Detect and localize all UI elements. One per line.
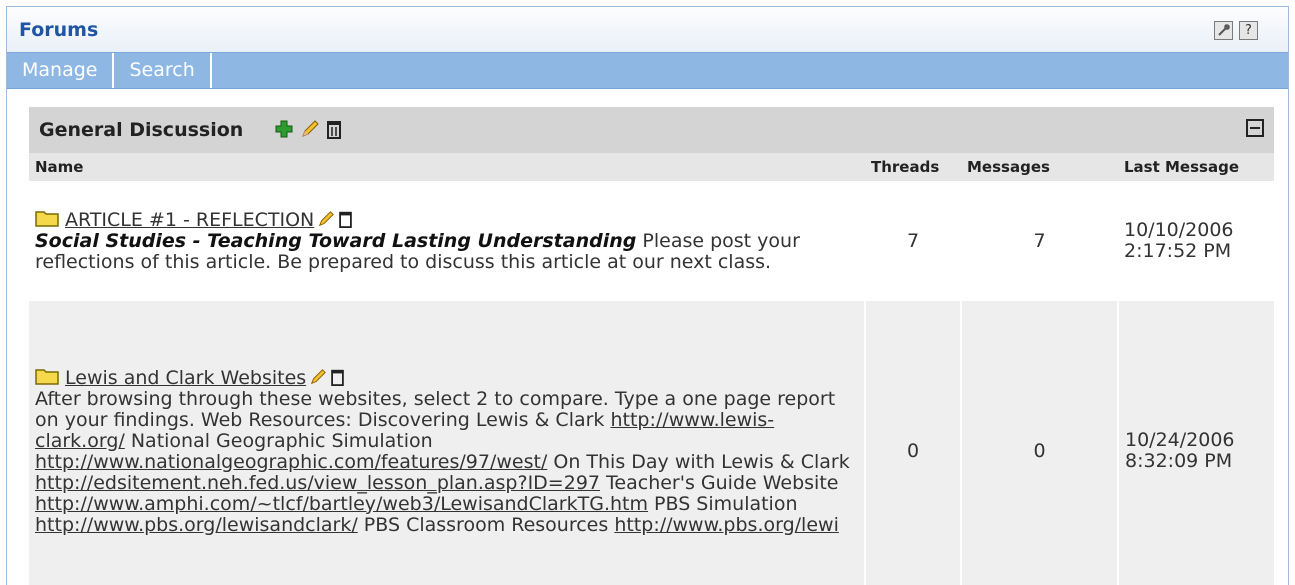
column-header-name[interactable]: Name bbox=[29, 153, 865, 181]
forum-link[interactable]: Lewis and Clark Websites bbox=[65, 367, 306, 389]
description-text: On This Day with Lewis & Clark bbox=[547, 450, 850, 473]
resource-link[interactable]: http://www.pbs.org/lewisandclark/ bbox=[35, 514, 358, 536]
forum-link[interactable]: ARTICLE #1 - REFLECTION bbox=[65, 209, 314, 231]
column-header-threads[interactable]: Threads bbox=[865, 153, 961, 181]
threads-count: 7 bbox=[865, 181, 961, 301]
last-message-time: 2:17:52 PM bbox=[1124, 240, 1232, 262]
threads-count: 0 bbox=[864, 301, 961, 585]
table-row: ARTICLE #1 - REFLECTION Social Studies -… bbox=[29, 181, 1274, 301]
last-message-date: 10/10/2006 bbox=[1124, 219, 1234, 241]
last-message: 10/10/2006 2:17:52 PM bbox=[1118, 181, 1274, 301]
resource-link[interactable]: http://www.nationalgeographic.com/featur… bbox=[35, 451, 547, 473]
resource-link[interactable]: http://www.amphi.com/~tlcf/bartley/web3/… bbox=[35, 493, 648, 515]
delete-icon[interactable] bbox=[338, 210, 353, 228]
table-row: Lewis and Clark Websites After browsing … bbox=[29, 301, 1274, 585]
tab-bar: Manage Search bbox=[7, 52, 1288, 89]
forum-description-title: Social Studies - Teaching Toward Lasting… bbox=[35, 230, 637, 252]
portlet-titlebar: Forums ? bbox=[7, 7, 1288, 52]
delete-icon[interactable] bbox=[326, 119, 342, 139]
delete-icon[interactable] bbox=[330, 368, 345, 386]
table-header-row: Name Threads Messages Last Message bbox=[29, 153, 1274, 181]
description-text: PBS Simulation bbox=[648, 492, 798, 515]
collapse-icon[interactable] bbox=[1246, 119, 1264, 137]
forum-description: After browsing through these websites, s… bbox=[35, 388, 850, 536]
forum-cell: Lewis and Clark Websites After browsing … bbox=[29, 301, 865, 585]
tab-manage[interactable]: Manage bbox=[7, 53, 115, 88]
column-header-messages[interactable]: Messages bbox=[961, 153, 1118, 181]
folder-icon bbox=[35, 368, 59, 385]
messages-count: 7 bbox=[961, 181, 1118, 301]
resource-link[interactable]: http://www.pbs.org/lewi bbox=[614, 514, 839, 536]
help-icon[interactable]: ? bbox=[1239, 21, 1258, 40]
description-text: Teacher's Guide Website bbox=[600, 471, 839, 494]
description-text: PBS Classroom Resources bbox=[357, 513, 615, 536]
folder-icon bbox=[35, 211, 59, 227]
last-message-time: 8:32:09 PM bbox=[1125, 450, 1233, 472]
tool-icon[interactable] bbox=[1214, 21, 1233, 40]
forums-table: Name Threads Messages Last Message ARTIC… bbox=[29, 153, 1274, 585]
messages-count: 0 bbox=[960, 301, 1118, 585]
tab-search[interactable]: Search bbox=[114, 53, 212, 88]
edit-icon[interactable] bbox=[300, 119, 320, 139]
forum-cell: ARTICLE #1 - REFLECTION Social Studies -… bbox=[29, 181, 865, 301]
add-icon[interactable] bbox=[274, 119, 294, 139]
last-message-date: 10/24/2006 bbox=[1125, 429, 1235, 451]
edit-icon[interactable] bbox=[317, 210, 335, 228]
resource-link[interactable]: http://edsitement.neh.fed.us/view_lesson… bbox=[35, 472, 600, 494]
forums-portlet: Forums ? Manage Search General Discussio… bbox=[6, 6, 1289, 585]
section-title: General Discussion bbox=[39, 119, 244, 141]
column-header-last-message[interactable]: Last Message bbox=[1118, 153, 1274, 181]
forum-content: General Discussion Name Threads Messages… bbox=[29, 107, 1274, 585]
last-message: 10/24/2006 8:32:09 PM bbox=[1117, 301, 1274, 585]
description-text: National Geographic Simulation bbox=[124, 429, 433, 452]
edit-icon[interactable] bbox=[309, 368, 327, 386]
section-header: General Discussion bbox=[29, 107, 1274, 153]
portlet-title: Forums bbox=[19, 19, 99, 41]
